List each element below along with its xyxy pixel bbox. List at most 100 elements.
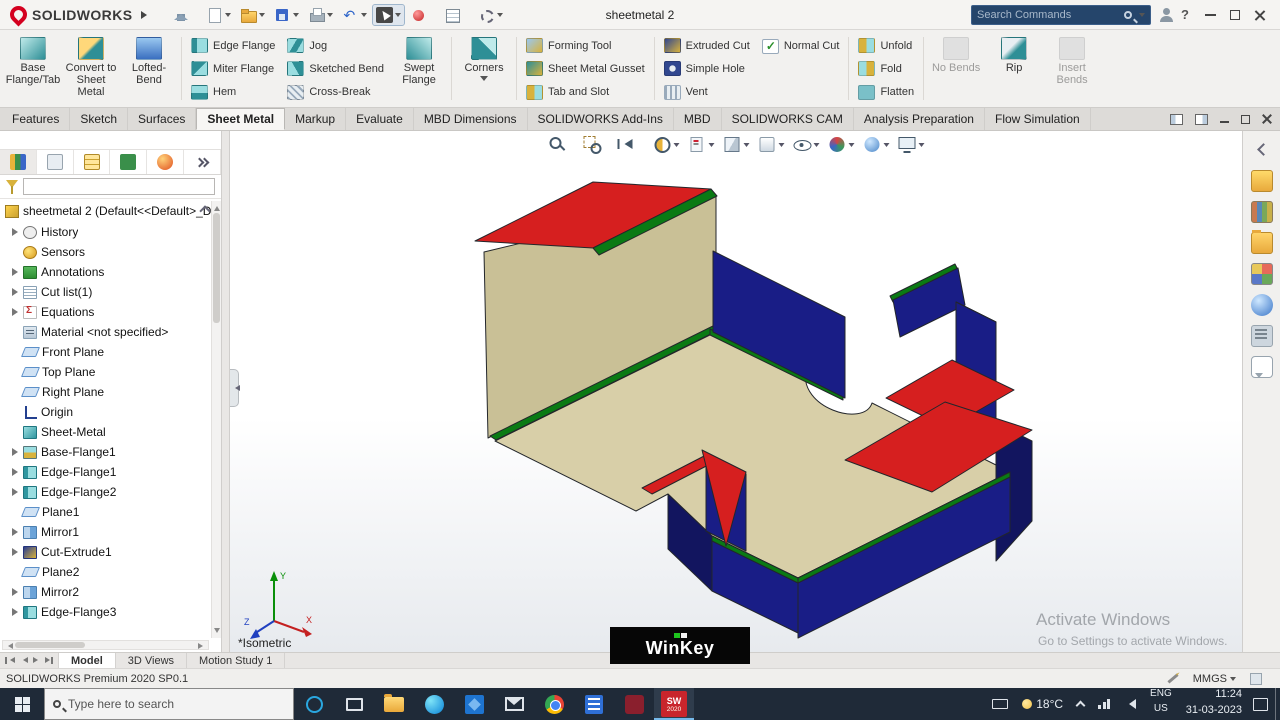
tab-surfaces[interactable]: Surfaces [128, 108, 197, 130]
swept-flange-button[interactable]: Swept Flange [390, 33, 448, 104]
tab-sheet-metal[interactable]: Sheet Metal [196, 108, 286, 130]
first-tab-icon[interactable] [4, 655, 15, 666]
appearances-scenes-icon[interactable] [1250, 294, 1273, 316]
corners-button[interactable]: Corners [455, 33, 513, 104]
tree-item[interactable]: Sensors [0, 242, 221, 262]
taskbar-search[interactable] [44, 688, 294, 720]
mail-icon[interactable] [494, 688, 534, 720]
weather-widget[interactable]: 18°C [1015, 688, 1070, 720]
graphics-area[interactable]: Y X Z *Isometric Activate Windows Go to … [230, 131, 1242, 652]
start-button[interactable] [0, 688, 44, 720]
chrome-icon[interactable] [534, 688, 574, 720]
doc-tab-3d-views[interactable]: 3D Views [116, 653, 188, 668]
solidworks-taskbar-icon[interactable]: SW 2020 [654, 688, 694, 720]
view-orientation-icon[interactable] [723, 135, 750, 154]
tag-icon[interactable] [1250, 672, 1262, 685]
tab-mbd[interactable]: MBD [674, 108, 722, 130]
sheet-metal-gusset-button[interactable]: Sheet Metal Gusset [520, 57, 651, 80]
evaluate-grid-icon[interactable] [441, 5, 472, 25]
logo-flyout-icon[interactable] [141, 10, 151, 19]
open-icon[interactable] [237, 5, 268, 25]
expand-arrow-icon[interactable] [10, 607, 19, 617]
options-gear-icon[interactable] [475, 5, 506, 25]
tab-sketch[interactable]: Sketch [70, 108, 129, 130]
expand-arrow-icon[interactable] [10, 447, 19, 457]
view-palette-icon[interactable] [1250, 263, 1273, 285]
flatten-button[interactable]: Flatten [852, 81, 920, 104]
new-document-icon[interactable] [203, 5, 234, 25]
command-search[interactable] [971, 4, 1152, 25]
sheet-metal-model[interactable] [230, 131, 1242, 652]
tree-item[interactable]: Origin [0, 402, 221, 422]
vent-button[interactable]: Vent [658, 81, 756, 104]
jog-button[interactable]: Jog [281, 34, 390, 57]
tab-markup[interactable]: Markup [285, 108, 347, 130]
tab-solidworks-add-ins[interactable]: SOLIDWORKS Add-Ins [528, 108, 674, 130]
expand-arrow-icon[interactable] [10, 587, 19, 597]
tree-item[interactable]: Right Plane [0, 382, 221, 402]
document-restore-button[interactable] [1241, 114, 1250, 124]
command-search-input[interactable] [977, 8, 1120, 21]
no-bends-button[interactable]: No Bends [927, 33, 985, 104]
base-flange-button[interactable]: Base Flange/Tab [4, 33, 62, 104]
configurationmanager-tab[interactable] [74, 150, 111, 174]
lofted-bend-button[interactable]: Lofted-Bend [120, 33, 178, 104]
zoom-area-icon[interactable] [583, 135, 610, 154]
tab-features[interactable]: Features [2, 108, 71, 130]
filter-input[interactable] [23, 178, 215, 195]
pane-expand-tab[interactable] [184, 150, 221, 174]
hide-show-icon[interactable] [793, 135, 820, 154]
propertymanager-tab[interactable] [37, 150, 74, 174]
dimxpertmanager-tab[interactable] [110, 150, 148, 174]
save-icon[interactable] [271, 5, 302, 25]
doc-tab-model[interactable]: Model [59, 653, 116, 668]
tree-item[interactable]: Base-Flange1 [0, 442, 221, 462]
scroll-right-icon[interactable] [198, 643, 206, 649]
split-pane-left-icon[interactable] [1170, 113, 1183, 125]
tree-item[interactable]: Mirror1 [0, 522, 221, 542]
convert-to-sheet-metal-button[interactable]: Convert to Sheet Metal [62, 33, 120, 104]
split-pane-right-icon[interactable] [1195, 113, 1208, 125]
expand-arrow-icon[interactable] [10, 487, 19, 497]
tab-evaluate[interactable]: Evaluate [346, 108, 414, 130]
scroll-up-icon[interactable] [214, 203, 220, 211]
tree-item[interactable]: Cut-Extrude1 [0, 542, 221, 562]
tab-solidworks-cam[interactable]: SOLIDWORKS CAM [722, 108, 854, 130]
tab-and-slot-button[interactable]: Tab and Slot [520, 81, 651, 104]
panel-splitter[interactable] [222, 131, 230, 652]
calculator-icon[interactable] [574, 688, 614, 720]
tree-item[interactable]: Mirror2 [0, 582, 221, 602]
expand-arrow-icon[interactable] [10, 467, 19, 477]
photos-icon[interactable] [454, 688, 494, 720]
help-icon[interactable]: ? [1181, 7, 1189, 22]
last-tab-icon[interactable] [43, 655, 54, 666]
view-settings-icon[interactable] [898, 135, 925, 154]
tree-item[interactable]: Equations [0, 302, 221, 322]
scrollbar-thumb[interactable] [15, 642, 85, 648]
tree-item[interactable]: Edge-Flange2 [0, 482, 221, 502]
scroll-left-icon[interactable] [5, 643, 13, 649]
solidworks-forum-icon[interactable] [1250, 356, 1273, 378]
tree-item[interactable]: Sheet-Metal [0, 422, 221, 442]
display-style-icon[interactable] [758, 135, 785, 154]
next-tab-icon[interactable] [30, 655, 41, 666]
tree-horizontal-scrollbar[interactable] [2, 640, 209, 650]
touch-keyboard-icon[interactable] [985, 688, 1015, 720]
close-button[interactable] [1254, 9, 1266, 21]
volume-icon[interactable] [1117, 688, 1143, 720]
apply-scene-icon[interactable] [863, 135, 890, 154]
action-center-icon[interactable] [1246, 688, 1275, 720]
unit-system-selector[interactable]: MMGS [1193, 673, 1236, 685]
task-view-icon[interactable] [334, 688, 374, 720]
maximize-button[interactable] [1230, 9, 1240, 20]
home-icon[interactable] [169, 5, 200, 25]
tree-item[interactable]: Top Plane [0, 362, 221, 382]
collapse-task-pane-icon[interactable] [1251, 139, 1273, 161]
doc-tab-motion-study[interactable]: Motion Study 1 [187, 653, 286, 668]
tab-mbd-dimensions[interactable]: MBD Dimensions [414, 108, 528, 130]
previous-tab-icon[interactable] [17, 655, 28, 666]
fold-button[interactable]: Fold [852, 57, 920, 80]
unfold-button[interactable]: Unfold [852, 34, 920, 57]
expand-arrow-icon[interactable] [10, 267, 19, 277]
displaymanager-tab[interactable] [147, 150, 185, 174]
